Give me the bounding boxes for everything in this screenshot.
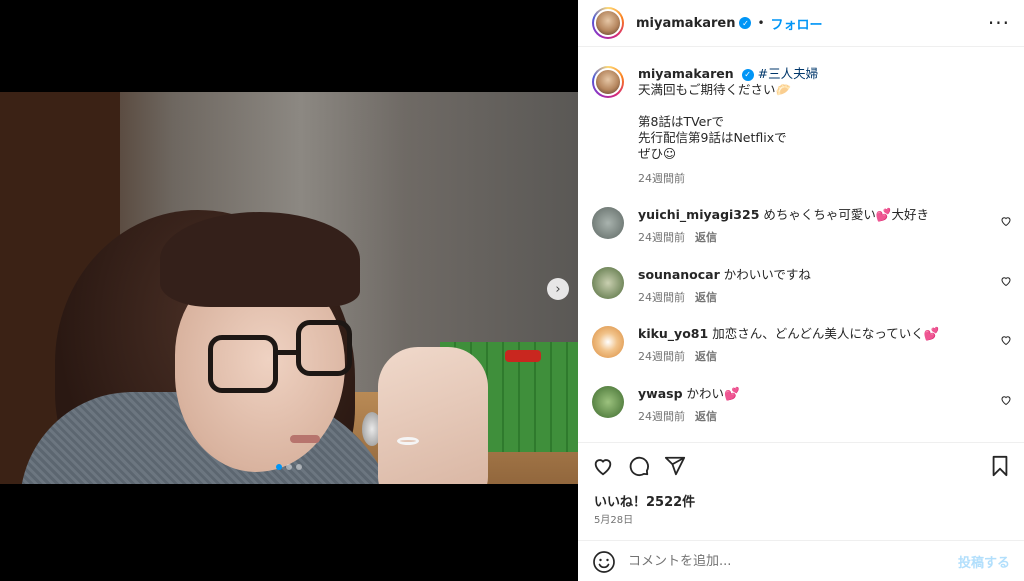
comment-item: sounanocar かわいいですね 24週間前 返信 xyxy=(592,267,1012,306)
chevron-right-icon: › xyxy=(555,281,561,297)
emoji-icon[interactable] xyxy=(592,550,616,574)
comment-item: kiku_yo81 加恋さん、どんどん美人になっていく💕 24週間前 返信 xyxy=(592,326,1012,365)
heart-icon[interactable] xyxy=(1000,334,1012,346)
comment-input[interactable] xyxy=(628,554,958,569)
comment-timestamp[interactable]: 24週間前 xyxy=(638,350,685,363)
post-header: miyamakaren ✓ • フォロー ··· xyxy=(578,0,1024,47)
comment-username[interactable]: kiku_yo81 xyxy=(638,326,708,341)
post-actions-section: いいね！2522件 5月28日 投稿する xyxy=(578,442,1024,581)
reply-button[interactable]: 返信 xyxy=(695,350,717,363)
caption-line: 第8話はTVerで xyxy=(638,114,724,129)
post-photo[interactable] xyxy=(0,92,578,484)
carousel-next-button[interactable]: › xyxy=(547,278,569,300)
post-caption: miyamakaren ✓ #三人夫婦 天満回もご期待ください🥟 第8話はTVerで… xyxy=(592,66,1012,187)
post-media: › xyxy=(0,0,578,581)
post-side-panel: miyamakaren ✓ • フォロー ··· miyamakaren ✓ #三人… xyxy=(578,0,1024,581)
avatar[interactable] xyxy=(592,7,624,39)
comment-username[interactable]: sounanocar xyxy=(638,267,720,282)
more-icon[interactable]: ··· xyxy=(988,11,1010,35)
comment-item: yuichi_miyagi325 めちゃくちゃ可愛い💕大好き 24週間前 返信 xyxy=(592,207,1012,246)
verified-icon: ✓ xyxy=(739,17,752,29)
carousel-dot xyxy=(296,464,302,470)
avatar[interactable] xyxy=(592,386,624,418)
share-icon[interactable] xyxy=(664,455,686,477)
reply-button[interactable]: 返信 xyxy=(695,231,717,244)
comment-timestamp[interactable]: 24週間前 xyxy=(638,410,685,423)
comment-text: かわい💕 xyxy=(686,386,740,401)
caption-line: ぜひ☺ xyxy=(638,146,677,161)
carousel-indicator xyxy=(0,464,578,470)
header-username[interactable]: miyamakaren xyxy=(636,16,735,31)
avatar[interactable] xyxy=(592,207,624,239)
caption-username[interactable]: miyamakaren xyxy=(638,66,734,81)
heart-icon[interactable] xyxy=(592,455,614,477)
comment-timestamp[interactable]: 24週間前 xyxy=(638,291,685,304)
comment-username[interactable]: ywasp xyxy=(638,386,683,401)
heart-icon[interactable] xyxy=(1000,275,1012,287)
comment-username[interactable]: yuichi_miyagi325 xyxy=(638,207,759,222)
post-date[interactable]: 5月28日 xyxy=(594,511,633,526)
caption-timestamp[interactable]: 24週間前 xyxy=(638,171,1012,187)
comment-icon[interactable] xyxy=(628,455,650,477)
likes-count[interactable]: いいね！2522件 xyxy=(594,491,695,510)
avatar[interactable] xyxy=(592,267,624,299)
caption-line: 先行配信第9話はNetflixで xyxy=(638,130,787,145)
avatar[interactable] xyxy=(592,66,624,98)
comment-item: ywasp かわい💕 24週間前 返信 xyxy=(592,386,1012,425)
comment-text: かわいいですね xyxy=(723,267,811,282)
post-actions xyxy=(592,455,686,477)
comment-text: 加恋さん、どんどん美人になっていく💕 xyxy=(712,326,940,341)
verified-icon: ✓ xyxy=(741,68,754,81)
comment-text: めちゃくちゃ可愛い💕大好き xyxy=(763,207,929,222)
caption-line xyxy=(638,98,1012,114)
separator: • xyxy=(757,16,765,30)
hashtag-link[interactable]: #三人夫婦 xyxy=(758,66,818,81)
heart-icon[interactable] xyxy=(1000,394,1012,406)
carousel-dot xyxy=(276,464,282,470)
follow-button[interactable]: フォロー xyxy=(771,14,823,33)
reply-button[interactable]: 返信 xyxy=(695,291,717,304)
bookmark-icon[interactable] xyxy=(990,455,1010,477)
add-comment-bar: 投稿する xyxy=(578,540,1024,581)
carousel-dot xyxy=(286,464,292,470)
caption-line: 天満回もご期待ください🥟 xyxy=(638,82,792,97)
avatar[interactable] xyxy=(592,326,624,358)
reply-button[interactable]: 返信 xyxy=(695,410,717,423)
heart-icon[interactable] xyxy=(1000,215,1012,227)
comment-timestamp[interactable]: 24週間前 xyxy=(638,231,685,244)
post-comment-button[interactable]: 投稿する xyxy=(958,552,1010,571)
